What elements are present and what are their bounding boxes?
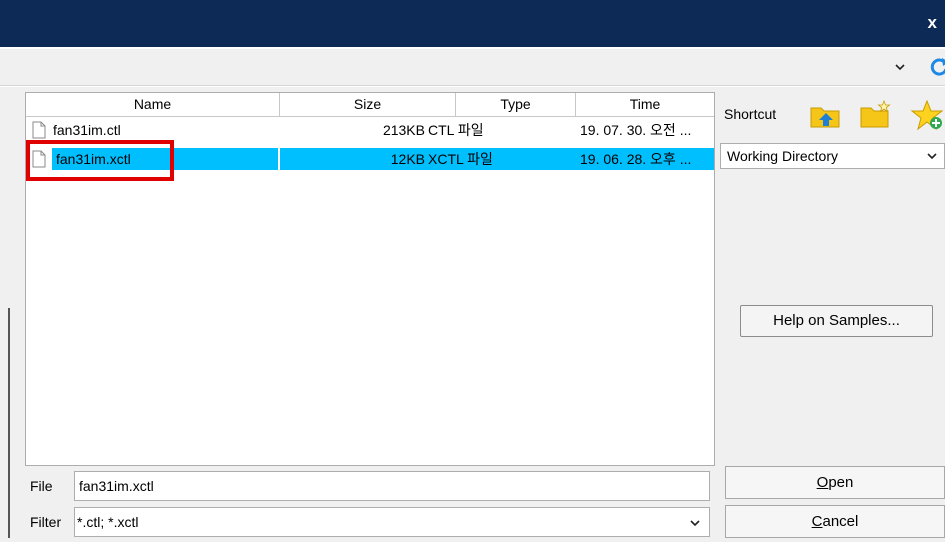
highlight-annotation-box bbox=[26, 140, 174, 181]
filter-select-value: *.ctl; *.xctl bbox=[77, 514, 139, 530]
cancel-button-label: ancel bbox=[822, 513, 859, 530]
refresh-icon[interactable] bbox=[928, 56, 945, 78]
cancel-button-mnemonic: C bbox=[811, 513, 823, 530]
new-folder-icon[interactable] bbox=[858, 98, 892, 132]
file-type: XCTL 파일 bbox=[428, 151, 493, 167]
open-button-label: pen bbox=[828, 474, 854, 491]
file-time: 19. 06. 28. 오후 ... bbox=[580, 151, 692, 167]
file-time: 19. 07. 30. 오전 ... bbox=[580, 122, 692, 138]
file-name: fan31im.ctl bbox=[53, 122, 121, 138]
column-header-name[interactable]: Name bbox=[26, 93, 280, 117]
file-name-input[interactable]: fan31im.xctl bbox=[74, 471, 710, 501]
folder-up-icon[interactable] bbox=[808, 98, 842, 132]
path-bar bbox=[0, 49, 945, 86]
shortcut-label: Shortcut bbox=[724, 106, 777, 122]
column-header-size[interactable]: Size bbox=[280, 93, 456, 117]
filter-select[interactable]: *.ctl; *.xctl bbox=[74, 507, 710, 537]
open-button-mnemonic: O bbox=[816, 474, 829, 491]
column-header-time[interactable]: Time bbox=[576, 93, 714, 117]
file-icon bbox=[32, 121, 46, 139]
directory-select-value: Working Directory bbox=[727, 148, 838, 164]
divider bbox=[8, 308, 10, 538]
file-type: CTL 파일 bbox=[428, 122, 484, 138]
dialog-titlebar: x bbox=[0, 0, 945, 47]
table-row[interactable]: fan31im.ctl 213KB CTL 파일 19. 07. 30. 오전 … bbox=[26, 119, 714, 141]
filter-label: Filter bbox=[30, 514, 62, 530]
add-favorite-star-icon[interactable] bbox=[910, 98, 944, 132]
help-on-samples-button[interactable]: Help on Samples... bbox=[740, 305, 933, 337]
file-size: 12KB bbox=[390, 151, 425, 167]
close-icon[interactable]: x bbox=[928, 14, 937, 31]
chevron-down-icon[interactable] bbox=[893, 60, 907, 74]
open-button[interactable]: Open bbox=[725, 466, 945, 499]
cancel-button[interactable]: Cancel bbox=[725, 505, 945, 538]
file-label: File bbox=[30, 478, 53, 494]
file-size: 213KB bbox=[382, 122, 425, 138]
chevron-down-icon bbox=[690, 520, 700, 527]
directory-select[interactable]: Working Directory bbox=[720, 143, 945, 169]
column-header-type[interactable]: Type bbox=[456, 93, 576, 117]
chevron-down-icon bbox=[927, 153, 937, 160]
